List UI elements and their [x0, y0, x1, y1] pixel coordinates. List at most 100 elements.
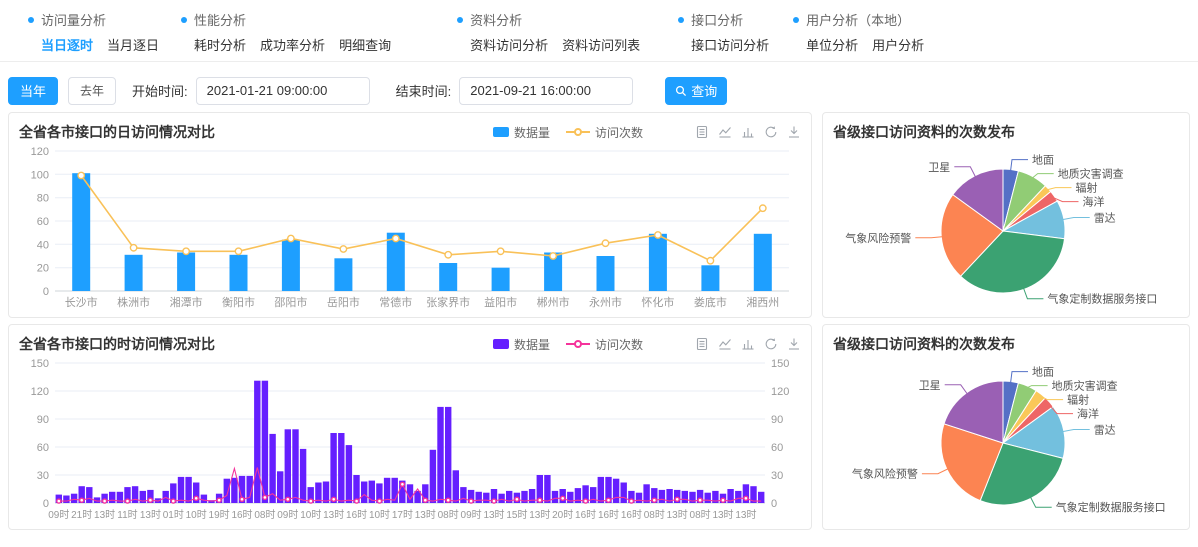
bar [598, 477, 604, 503]
restore-icon[interactable] [764, 337, 778, 351]
svg-text:11时: 11时 [117, 509, 137, 521]
pie-label: 地质灾害调查 [1058, 167, 1124, 181]
line-marker [80, 498, 84, 502]
line-marker [130, 245, 136, 251]
svg-text:怀化市: 怀化市 [641, 295, 674, 309]
pie-label-line [1062, 218, 1090, 220]
line-marker [655, 232, 661, 238]
line-marker [446, 498, 450, 502]
bar [453, 470, 459, 503]
last-year-button[interactable]: 去年 [68, 77, 116, 105]
bar [178, 477, 184, 503]
svg-text:120: 120 [31, 146, 49, 158]
restore-icon[interactable] [764, 125, 778, 139]
svg-text:16时: 16时 [598, 509, 619, 521]
daily-chart-legend: 数据量 访问次数 [493, 124, 643, 141]
nav-item-today-hourly[interactable]: 当日逐时 [41, 35, 93, 54]
nav-group-title-data: 资料分析 [470, 10, 522, 29]
bar [492, 268, 510, 291]
legend-item-data-volume[interactable]: 数据量 [493, 124, 550, 141]
svg-text:16时: 16时 [575, 509, 596, 521]
search-button[interactable]: 查询 [665, 77, 727, 105]
svg-text:郴州市: 郴州市 [537, 295, 570, 309]
svg-text:21时: 21时 [71, 509, 92, 521]
bar [621, 483, 627, 504]
svg-text:湘潭市: 湘潭市 [170, 295, 203, 309]
start-time-input[interactable] [196, 77, 370, 105]
nav-item-time-cost[interactable]: 耗时分析 [194, 35, 246, 54]
switch-line-icon[interactable] [718, 337, 732, 351]
bar [71, 494, 77, 503]
data-view-icon[interactable] [695, 337, 709, 351]
legend-item-data-volume[interactable]: 数据量 [493, 336, 550, 353]
line-marker [78, 172, 84, 178]
nav-item-success-rate[interactable]: 成功率分析 [260, 35, 325, 54]
svg-text:株洲市: 株洲市 [117, 295, 150, 309]
pie-label: 海洋 [1083, 195, 1105, 209]
line-marker [217, 498, 221, 502]
bar [754, 234, 772, 291]
line-marker [57, 499, 61, 503]
bar [476, 492, 482, 503]
nav-item-data-access-analysis[interactable]: 资料访问分析 [470, 35, 548, 54]
bar [63, 496, 69, 504]
province-access-pie-top[interactable]: 地面地质灾害调查辐射海洋雷达气象定制数据服务接口气象风险预警卫星 [833, 143, 1179, 319]
svg-text:13时: 13时 [483, 509, 504, 521]
svg-text:20: 20 [37, 263, 49, 275]
province-pie-card-top: 省级接口访问资料的次数发布 地面地质灾害调查辐射海洋雷达气象定制数据服务接口气象… [822, 112, 1190, 318]
nav-item-user-analysis[interactable]: 用户分析 [872, 35, 924, 54]
nav-item-unit-analysis[interactable]: 单位分析 [806, 35, 858, 54]
svg-text:30: 30 [37, 470, 49, 482]
svg-text:01时: 01时 [163, 509, 184, 521]
nav-item-data-access-list[interactable]: 资料访问列表 [562, 35, 640, 54]
bar [346, 445, 352, 503]
filter-toolbar: 当年 去年 开始时间: 结束时间: 查询 [0, 62, 1198, 104]
pie-label-line [922, 469, 949, 474]
nav-item-month-daily[interactable]: 当月逐日 [107, 35, 159, 54]
bullet-icon [793, 17, 799, 23]
daily-bar-line-chart[interactable]: 020406080100120长沙市株洲市湘潭市衡阳市邵阳市岳阳市常德市张家界市… [19, 143, 801, 313]
data-view-icon[interactable] [695, 125, 709, 139]
svg-text:09时: 09时 [461, 509, 482, 521]
this-year-button[interactable]: 当年 [8, 77, 58, 105]
pie-svg: 地面地质灾害调查辐射海洋雷达气象定制数据服务接口气象风险预警卫星 [833, 143, 1179, 319]
bar [230, 255, 248, 291]
line-marker [744, 496, 748, 500]
line-marker [707, 258, 713, 264]
svg-text:150: 150 [771, 358, 789, 370]
pie-label-line [1062, 430, 1090, 432]
bar-swatch-icon [493, 127, 509, 137]
bar [224, 479, 230, 503]
svg-text:13时: 13时 [415, 509, 436, 521]
legend-item-visit-count[interactable]: 访问次数 [566, 124, 643, 141]
legend-label: 数据量 [514, 336, 550, 353]
pie-label: 辐射 [1076, 181, 1098, 195]
switch-line-icon[interactable] [718, 125, 732, 139]
nav-item-detail-query[interactable]: 明细查询 [339, 35, 391, 54]
search-button-label: 查询 [691, 81, 717, 100]
svg-text:10时: 10时 [186, 509, 207, 521]
nav-item-interface-access-analysis[interactable]: 接口访问分析 [691, 35, 769, 54]
bullet-icon [28, 17, 34, 23]
bar [269, 434, 275, 503]
hourly-bar-line-chart[interactable]: 0030306060909012012015015009时21时13时11时13… [19, 355, 801, 525]
line-marker [469, 499, 473, 503]
svg-text:岳阳市: 岳阳市 [327, 295, 360, 309]
switch-bar-icon[interactable] [741, 337, 755, 351]
svg-text:100: 100 [31, 169, 49, 181]
pie-label: 地面 [1032, 154, 1054, 167]
download-icon[interactable] [787, 337, 801, 351]
download-icon[interactable] [787, 125, 801, 139]
top-nav: 访问量分析 当日逐时 当月逐日 性能分析 耗时分析 成功率分析 明细查询 资料分… [0, 0, 1198, 62]
bar [72, 173, 90, 291]
svg-text:40: 40 [37, 239, 49, 251]
province-access-pie-bottom[interactable]: 地面地质灾害调查辐射海洋雷达气象定制数据服务接口气象风险预警卫星 [833, 355, 1179, 531]
svg-text:益阳市: 益阳市 [484, 295, 517, 309]
legend-item-visit-count[interactable]: 访问次数 [566, 336, 643, 353]
svg-text:08时: 08时 [254, 509, 275, 521]
svg-text:娄底市: 娄底市 [694, 295, 727, 309]
bar [735, 491, 741, 503]
svg-text:60: 60 [37, 216, 49, 228]
end-time-input[interactable] [459, 77, 633, 105]
switch-bar-icon[interactable] [741, 125, 755, 139]
